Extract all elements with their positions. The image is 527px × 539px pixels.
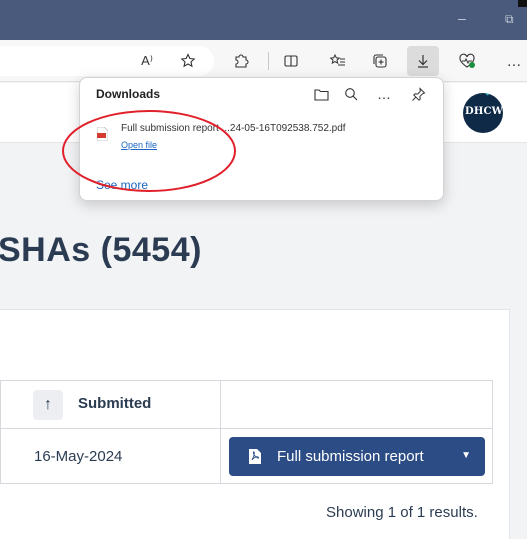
- titlebar-corner: [518, 0, 527, 7]
- collections-icon[interactable]: [367, 48, 393, 74]
- annotation-ellipse: [62, 110, 236, 192]
- submitted-date: 16-May-2024: [34, 448, 123, 465]
- split-screen-icon[interactable]: [278, 48, 304, 74]
- caret-down-icon[interactable]: ▼: [461, 450, 471, 461]
- minimize-button[interactable]: –: [458, 11, 470, 25]
- pdf-file-icon: [249, 449, 261, 464]
- sort-ascending-button[interactable]: ↑: [33, 390, 63, 420]
- extensions-icon[interactable]: [228, 48, 254, 74]
- full-submission-report-button[interactable]: Full submission report ▼: [229, 437, 485, 476]
- restore-button[interactable]: ⧉: [505, 13, 517, 25]
- dhcw-logo[interactable]: DHCW: [463, 93, 503, 133]
- table-header-row: ↑ Submitted: [0, 380, 493, 428]
- search-icon[interactable]: [340, 83, 362, 105]
- arrow-up-icon: ↑: [44, 396, 52, 413]
- page-title: SHAs (5454): [0, 231, 202, 269]
- favorite-star-icon[interactable]: [175, 48, 201, 74]
- table-column-divider: [220, 380, 221, 484]
- browser-toolbar: A⁾ …: [0, 40, 527, 82]
- read-aloud-icon[interactable]: A⁾: [134, 48, 160, 74]
- pagination-summary: Showing 1 of 1 results.: [326, 504, 478, 521]
- more-icon[interactable]: …: [501, 48, 527, 74]
- table-row: 16-May-2024 Full submission report ▼: [0, 428, 493, 484]
- table-left-border: [0, 380, 1, 484]
- window-titlebar: – ⧉: [0, 0, 527, 40]
- report-button-label: Full submission report: [277, 448, 424, 465]
- pin-icon[interactable]: [407, 83, 429, 105]
- column-header-submitted[interactable]: Submitted: [78, 395, 151, 412]
- more-options-icon[interactable]: …: [373, 83, 395, 105]
- toolbar-separator: [268, 52, 269, 70]
- browser-essentials-icon[interactable]: [454, 48, 480, 74]
- table-right-border: [492, 380, 493, 484]
- favorites-icon[interactable]: [325, 48, 351, 74]
- downloads-title: Downloads: [96, 87, 161, 101]
- downloads-icon[interactable]: [407, 46, 439, 76]
- open-folder-icon[interactable]: [310, 83, 332, 105]
